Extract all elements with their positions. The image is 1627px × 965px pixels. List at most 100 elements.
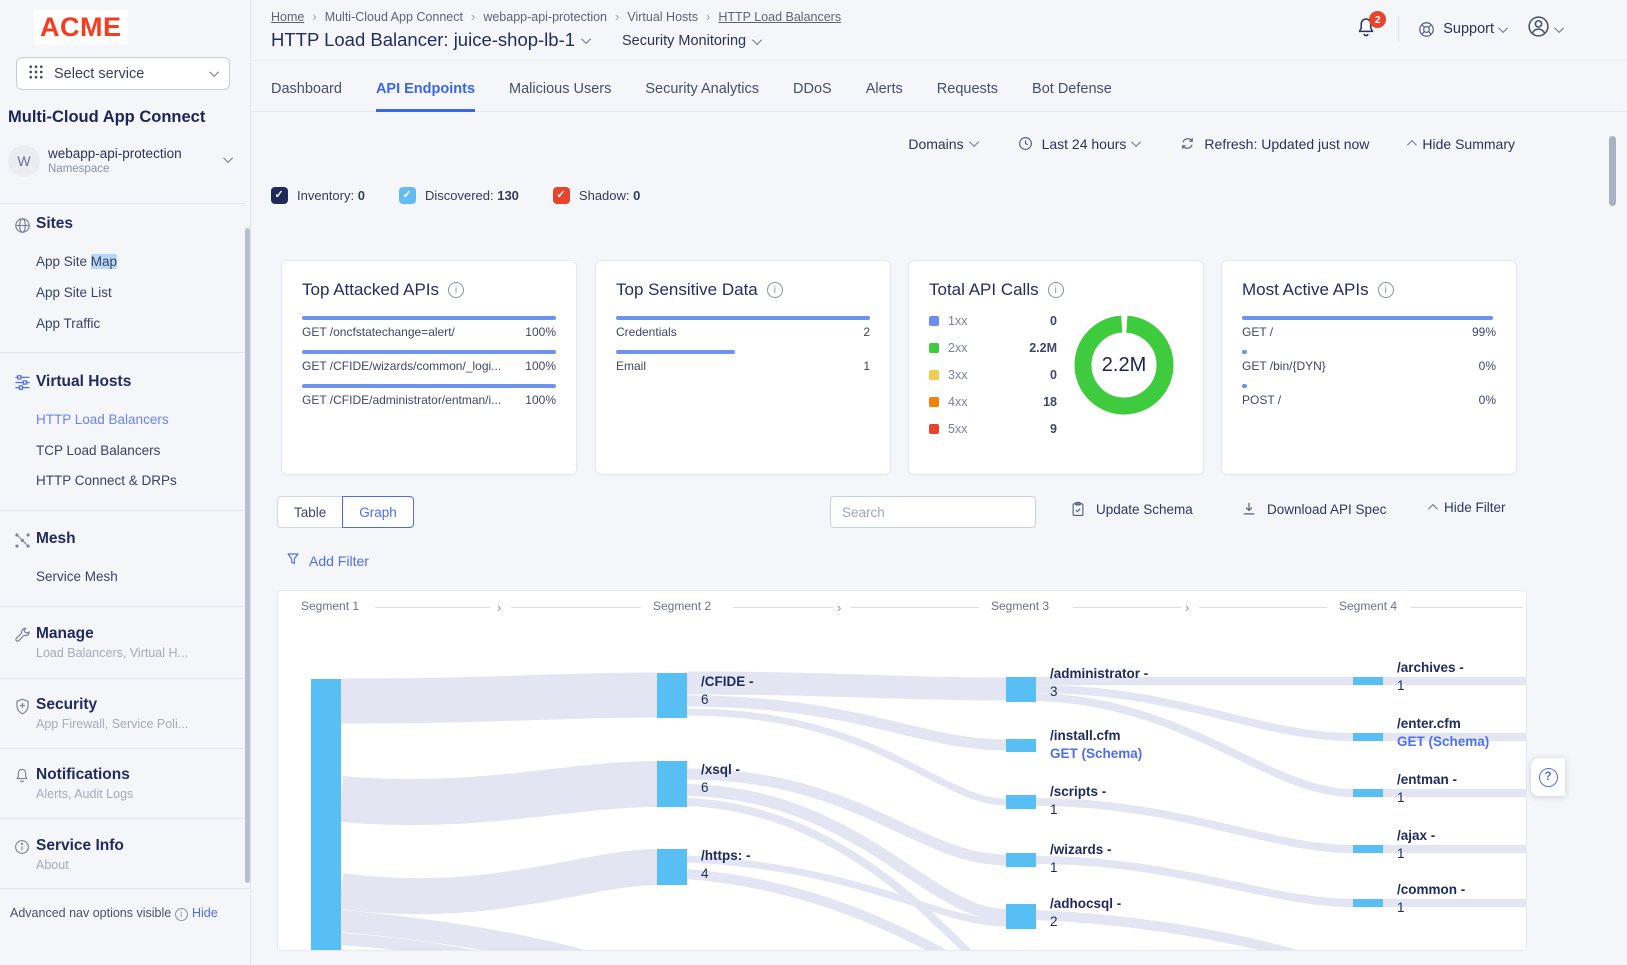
breadcrumb-namespace[interactable]: webapp-api-protection — [483, 10, 607, 24]
sankey-node-entman[interactable] — [1353, 789, 1383, 797]
tab-requests[interactable]: Requests — [937, 61, 998, 112]
sankey-node-xsql[interactable] — [657, 761, 687, 807]
legend-row: 1xx0 — [929, 314, 1057, 328]
tab-bot-defense[interactable]: Bot Defense — [1032, 61, 1112, 112]
notifications-bell-button[interactable]: 2 — [1354, 15, 1380, 43]
tab-api-endpoints[interactable]: API Endpoints — [376, 61, 475, 112]
tab-alerts[interactable]: Alerts — [866, 61, 903, 112]
sankey-node-install-cfm[interactable] — [1006, 739, 1036, 752]
status-legend: 1xx0 2xx2.2M 3xx0 4xx18 5xx9 — [929, 314, 1057, 449]
globe-icon — [13, 216, 32, 240]
sidebar-section-mesh[interactable]: Mesh — [36, 530, 76, 548]
sidebar-section-service-info[interactable]: Service Info — [36, 837, 124, 855]
page-scrollbar[interactable] — [1609, 136, 1616, 206]
clipboard-check-icon — [1069, 500, 1087, 518]
sankey-node-common[interactable] — [1353, 899, 1383, 907]
tab-bar: Dashboard API Endpoints Malicious Users … — [251, 61, 1627, 112]
tab-malicious-users[interactable]: Malicious Users — [509, 61, 611, 112]
info-icon[interactable]: i — [767, 282, 783, 298]
info-icon[interactable]: i — [1048, 282, 1064, 298]
chevron-up-icon — [1407, 140, 1417, 150]
sidebar-item-tcp-load-balancers[interactable]: TCP Load Balancers — [36, 443, 160, 458]
info-icon[interactable]: i — [448, 282, 464, 298]
filter-discovered[interactable]: Discovered: 130 — [399, 187, 519, 204]
checkbox-checked-icon[interactable] — [271, 187, 288, 204]
sankey-node-wizards[interactable] — [1006, 853, 1036, 867]
node-label-cfide: /CFIDE -6 — [701, 673, 754, 708]
sidebar-section-notifications[interactable]: Notifications — [36, 766, 130, 784]
sankey-node-root[interactable] — [311, 679, 341, 951]
breadcrumb-home[interactable]: Home — [271, 10, 304, 24]
chevron-down-icon[interactable] — [581, 34, 591, 44]
select-service-dropdown[interactable]: Select service — [16, 57, 230, 90]
time-range-dropdown[interactable]: Last 24 hours — [1017, 135, 1142, 152]
info-icon[interactable]: i — [1378, 282, 1394, 298]
schema-link[interactable]: GET (Schema) — [1397, 733, 1489, 751]
user-avatar-icon — [1526, 14, 1551, 44]
tab-ddos[interactable]: DDoS — [793, 61, 832, 112]
update-schema-button[interactable]: Update Schema — [1069, 500, 1193, 518]
sankey-node-cfide[interactable] — [657, 673, 687, 718]
card-title: Top Attacked APIsi — [302, 280, 556, 300]
sidebar-item-service-mesh[interactable]: Service Mesh — [36, 569, 118, 584]
sankey-node-https[interactable] — [657, 849, 687, 885]
domains-dropdown[interactable]: Domains — [908, 136, 978, 152]
virtual-hosts-icon — [13, 373, 32, 397]
tab-security-analytics[interactable]: Security Analytics — [645, 61, 759, 112]
sankey-node-scripts[interactable] — [1006, 795, 1036, 809]
sidebar-scrollbar[interactable] — [245, 228, 250, 883]
sidebar-section-security[interactable]: Security — [36, 696, 97, 714]
download-api-spec-button[interactable]: Download API Spec — [1240, 500, 1386, 518]
search-input[interactable] — [830, 496, 1036, 528]
hide-nav-link[interactable]: Hide — [192, 906, 218, 920]
hide-filter-button[interactable]: Hide Filter — [1428, 500, 1506, 515]
security-monitoring-menu[interactable]: Security Monitoring — [622, 33, 762, 49]
metric-row: POST /0% — [1242, 393, 1496, 407]
add-filter-button[interactable]: Add Filter — [285, 551, 369, 570]
filter-shadow[interactable]: Shadow: 0 — [553, 187, 640, 204]
sidebar-section-service-info-subtitle: About — [36, 858, 69, 872]
graph-view-button[interactable]: Graph — [342, 496, 414, 528]
sidebar-item-app-traffic[interactable]: App Traffic — [36, 316, 100, 331]
sidebar-section-notifications-subtitle: Alerts, Audit Logs — [36, 787, 133, 801]
sidebar-footer: Advanced nav options visible i Hide — [0, 888, 251, 965]
sidebar-item-http-connect-drps[interactable]: HTTP Connect & DRPs — [36, 473, 177, 488]
sidebar-section-sites[interactable]: Sites — [36, 215, 73, 233]
sankey-node-adhocsql[interactable] — [1006, 904, 1036, 929]
breadcrumb-mcac[interactable]: Multi-Cloud App Connect — [325, 10, 463, 24]
hide-summary-button[interactable]: Hide Summary — [1407, 136, 1515, 152]
sankey-node-archives[interactable] — [1353, 677, 1383, 685]
support-label: Support — [1443, 21, 1494, 37]
user-menu-button[interactable] — [1526, 14, 1564, 44]
sidebar-item-app-site-list[interactable]: App Site List — [36, 285, 112, 300]
sidebar-item-http-load-balancers[interactable]: HTTP Load Balancers — [36, 412, 169, 427]
sankey-node-administrator[interactable] — [1006, 677, 1036, 702]
sidebar: ACME Select service Multi-Cloud App Conn… — [0, 0, 251, 965]
help-button[interactable]: ? — [1531, 758, 1565, 796]
metric-row: Credentials2 — [616, 325, 870, 339]
card-most-active-apis: Most Active APIsi GET /99% GET /bin/{DYN… — [1221, 260, 1517, 475]
filter-inventory[interactable]: Inventory: 0 — [271, 187, 365, 204]
metric-bar — [302, 316, 556, 320]
refresh-button[interactable]: Refresh: Updated just now — [1179, 135, 1369, 152]
namespace-chevron-icon[interactable] — [223, 153, 233, 163]
sankey-node-ajax[interactable] — [1353, 845, 1383, 853]
breadcrumb-virtual-hosts[interactable]: Virtual Hosts — [627, 10, 698, 24]
legend-swatch — [929, 370, 939, 380]
support-button[interactable]: Support — [1417, 20, 1508, 39]
table-view-button[interactable]: Table — [277, 496, 343, 528]
schema-link[interactable]: GET (Schema) — [1050, 745, 1142, 763]
sidebar-section-virtual-hosts[interactable]: Virtual Hosts — [36, 373, 131, 391]
info-icon — [13, 838, 31, 861]
api-endpoints-graph-panel: Segment 1 Segment 2 Segment 3 Segment 4 … — [277, 590, 1527, 951]
highlighted-text: Map — [91, 254, 117, 269]
sidebar-section-manage[interactable]: Manage — [36, 625, 94, 643]
checkbox-checked-icon[interactable] — [553, 187, 570, 204]
namespace-type: Namespace — [48, 163, 109, 175]
breadcrumb-http-lbs[interactable]: HTTP Load Balancers — [718, 10, 841, 24]
checkbox-checked-icon[interactable] — [399, 187, 416, 204]
sankey-node-enter-cfm[interactable] — [1353, 733, 1383, 741]
legend-row: 3xx0 — [929, 368, 1057, 382]
sidebar-item-app-site-map[interactable]: App Site Map — [36, 254, 117, 269]
tab-dashboard[interactable]: Dashboard — [271, 61, 342, 112]
